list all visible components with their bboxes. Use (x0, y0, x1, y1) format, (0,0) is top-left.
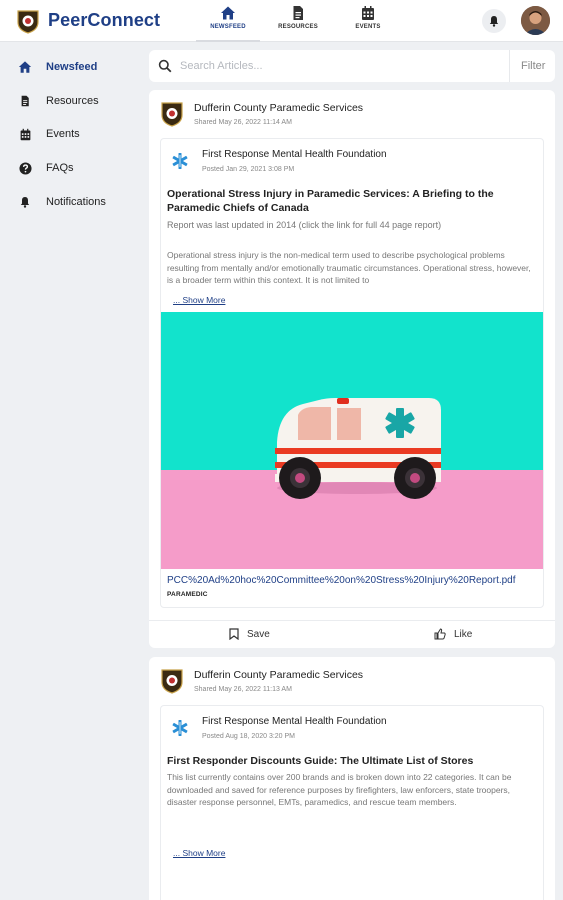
paramedic-shield-logo (161, 669, 183, 694)
show-more-link[interactable]: ... Show More (173, 848, 225, 858)
like-label: Like (454, 628, 473, 640)
sidebar-item-label: FAQs (46, 162, 74, 174)
sidebar-item-label: Notifications (46, 196, 106, 208)
sidebar-item-resources[interactable]: Resources (18, 92, 99, 110)
article-subtitle: Report was last updated in 2014 (click t… (167, 220, 442, 230)
search-divider (509, 50, 510, 82)
nav-tab-label: RESOURCES (278, 24, 318, 30)
article-card[interactable]: First Response Mental Health Foundation … (160, 705, 544, 900)
question-icon (18, 161, 32, 175)
nav-tab-label: NEWSFEED (210, 24, 246, 30)
nav-tab-events[interactable]: EVENTS (340, 5, 396, 30)
nav-tab-resources[interactable]: RESOURCES (270, 5, 326, 30)
search-bar: Search Articles... Filter (149, 50, 555, 82)
nav-tab-newsfeed[interactable]: NEWSFEED (196, 5, 260, 42)
article-title: Operational Stress Injury in Paramedic S… (167, 188, 494, 214)
post-card: Dufferin County Paramedic Services Share… (149, 90, 555, 648)
user-avatar[interactable] (521, 6, 550, 35)
bell-icon (20, 197, 30, 208)
article-tag: PARAMEDIC (167, 591, 208, 598)
document-icon (21, 95, 29, 107)
article-pdf-link[interactable]: PCC%20Ad%20hoc%20Committee%20on%20Stress… (167, 575, 516, 586)
sidebar-item-events[interactable]: Events (18, 125, 80, 143)
article-description: Operational stress injury is the non-med… (167, 250, 531, 285)
sidebar: Newsfeed Resources Events FAQs Notificat… (0, 43, 140, 900)
paramedic-shield-logo[interactable] (16, 8, 40, 34)
sidebar-item-newsfeed[interactable]: Newsfeed (18, 58, 97, 76)
show-more-link[interactable]: ... Show More (173, 295, 225, 305)
sidebar-item-label: Resources (46, 95, 99, 107)
document-icon (293, 6, 303, 20)
post-shared-date: Shared May 26, 2022 11:13 AM (194, 686, 292, 693)
post-actions: Save Like (149, 620, 555, 648)
search-icon (158, 59, 172, 73)
save-label: Save (247, 628, 270, 640)
star-of-life-icon (172, 153, 188, 169)
post-org-name[interactable]: Dufferin County Paramedic Services (194, 102, 363, 114)
star-of-life-icon (172, 720, 188, 736)
nav-tab-label: EVENTS (355, 24, 381, 30)
post-card: Dufferin County Paramedic Services Share… (149, 657, 555, 900)
article-title: First Responder Discounts Guide: The Ult… (167, 755, 474, 767)
notifications-button[interactable] (482, 9, 506, 33)
top-bar: PeerConnect NEWSFEED RESOURCES EVENTS (0, 0, 563, 42)
article-card[interactable]: First Response Mental Health Foundation … (160, 138, 544, 608)
brand-name[interactable]: PeerConnect (48, 10, 160, 31)
paramedic-shield-logo (161, 102, 183, 127)
article-description: This list currently contains over 200 br… (167, 772, 512, 807)
thumbs-up-icon (434, 628, 446, 640)
bell-icon (489, 16, 499, 27)
user-photo-icon (521, 6, 550, 35)
like-button[interactable]: Like (434, 628, 472, 640)
home-icon (221, 6, 235, 20)
home-icon (18, 61, 32, 73)
post-org-name[interactable]: Dufferin County Paramedic Services (194, 669, 363, 681)
search-input[interactable]: Search Articles... (180, 60, 263, 72)
bookmark-icon (229, 628, 239, 640)
sidebar-item-label: Newsfeed (46, 61, 98, 73)
save-button[interactable]: Save (229, 628, 270, 640)
sidebar-item-notifications[interactable]: Notifications (18, 193, 106, 211)
filter-button[interactable]: Filter (521, 60, 545, 72)
post-shared-date: Shared May 26, 2022 11:14 AM (194, 119, 292, 126)
article-source-name: First Response Mental Health Foundation (202, 716, 387, 727)
article-posted-date: Posted Aug 18, 2020 3:20 PM (202, 733, 296, 740)
article-posted-date: Posted Jan 29, 2021 3:08 PM (202, 166, 295, 173)
calendar-icon (362, 6, 374, 20)
article-source-name: First Response Mental Health Foundation (202, 149, 387, 160)
sidebar-item-label: Events (46, 128, 80, 140)
sidebar-item-faqs[interactable]: FAQs (18, 159, 74, 177)
calendar-icon (20, 128, 30, 140)
ambulance-toy-image (161, 312, 543, 569)
